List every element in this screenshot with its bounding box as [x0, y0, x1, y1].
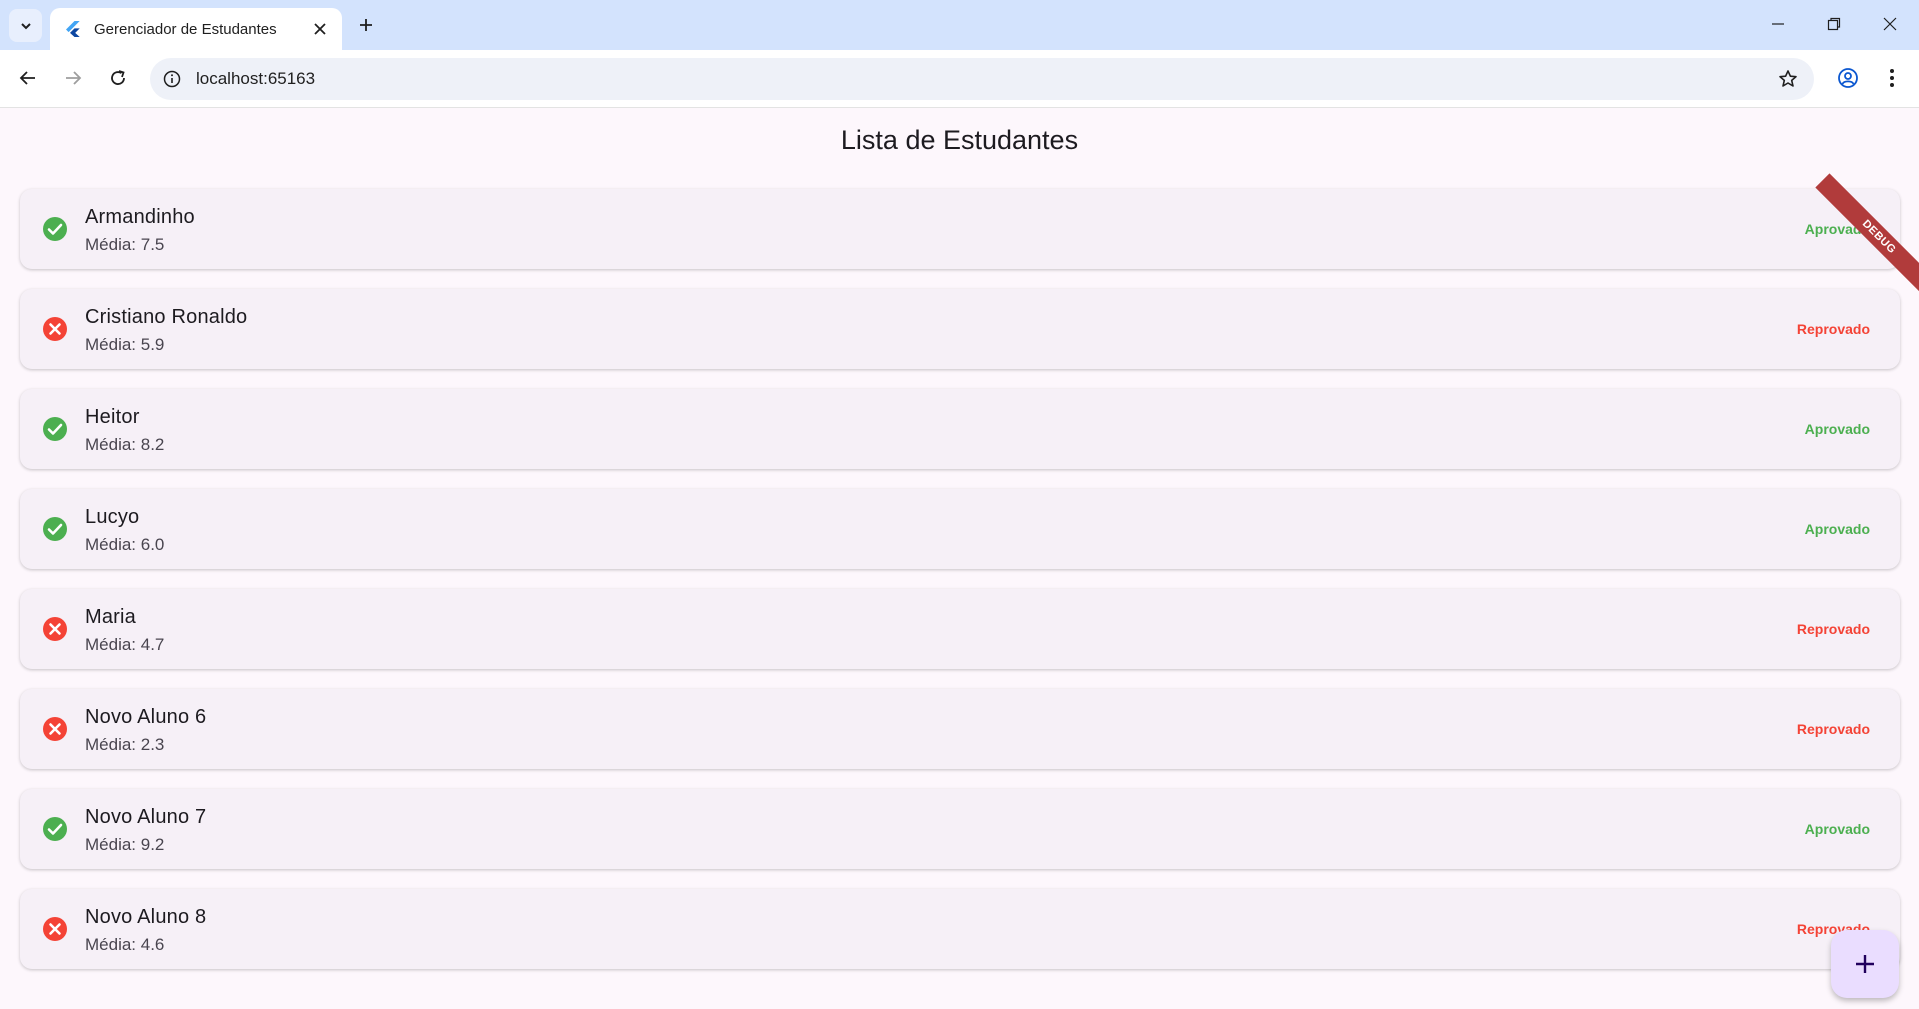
status-badge: Aprovado — [1804, 821, 1870, 837]
plus-icon — [360, 19, 372, 31]
cancel-circle-icon — [42, 716, 68, 742]
status-badge: Reprovado — [1796, 621, 1870, 637]
chevron-down-icon — [20, 22, 31, 29]
bookmark-star-icon[interactable] — [1776, 67, 1800, 91]
student-average: Média: 6.0 — [85, 535, 165, 554]
account-circle-icon — [1838, 68, 1858, 88]
new-tab-button[interactable] — [352, 11, 380, 39]
browser-menu-button[interactable] — [1875, 61, 1909, 95]
tab-title: Gerenciador de Estudantes — [94, 20, 277, 38]
browser-tabstrip: Gerenciador de Estudantes — [0, 0, 1919, 50]
address-bar[interactable]: localhost:65163 — [150, 58, 1814, 100]
page-title: Lista de Estudantes — [840, 125, 1079, 155]
student-card[interactable]: Maria Média: 4.7 Reprovado — [20, 589, 1900, 669]
browser-tab-active[interactable]: Gerenciador de Estudantes — [50, 8, 342, 50]
status-badge: Aprovado — [1804, 421, 1870, 437]
flutter-logo-icon — [64, 20, 82, 38]
cancel-circle-icon — [42, 916, 68, 942]
arrow-left-icon — [19, 71, 35, 85]
close-icon — [1883, 17, 1897, 31]
student-name: Armandinho — [85, 206, 195, 228]
restore-icon — [1827, 17, 1841, 31]
check-circle-icon — [42, 416, 68, 442]
app-viewport: Lista de Estudantes Armandinho Média: 7.5… — [0, 109, 1919, 1009]
cancel-circle-icon — [42, 316, 68, 342]
student-name: Heitor — [85, 406, 140, 428]
student-name: Lucyo — [85, 506, 140, 528]
student-average: Média: 9.2 — [85, 835, 165, 854]
profile-button[interactable] — [1831, 61, 1865, 95]
minimize-button[interactable] — [1750, 0, 1806, 48]
site-info-icon[interactable] — [160, 67, 184, 91]
student-name: Maria — [85, 606, 137, 628]
student-name: Cristiano Ronaldo — [85, 306, 248, 328]
forward-button[interactable] — [56, 61, 90, 95]
minimize-icon — [1772, 23, 1784, 25]
status-badge: Aprovado — [1804, 521, 1870, 537]
student-card[interactable]: Novo Aluno 8 Média: 4.6 Reprovado — [20, 889, 1900, 969]
back-button[interactable] — [11, 61, 45, 95]
student-list: Armandinho Média: 7.5 Aprovado Cristiano Ro… — [20, 189, 1900, 989]
tab-search-button[interactable] — [9, 9, 42, 42]
student-average: Média: 5.9 — [85, 335, 165, 354]
add-student-button[interactable] — [1831, 930, 1899, 998]
student-card[interactable]: Heitor Média: 8.2 Aprovado — [20, 389, 1900, 469]
check-circle-icon — [42, 816, 68, 842]
close-window-button[interactable] — [1862, 0, 1918, 48]
tab-close-icon[interactable] — [306, 15, 334, 43]
restore-button[interactable] — [1806, 0, 1862, 48]
student-name: Novo Aluno 8 — [85, 906, 207, 928]
student-name: Novo Aluno 6 — [85, 706, 207, 728]
student-average: Média: 2.3 — [85, 735, 165, 754]
check-circle-icon — [42, 516, 68, 542]
student-average: Média: 8.2 — [85, 435, 165, 454]
student-card[interactable]: Cristiano Ronaldo Média: 5.9 Reprovado — [20, 289, 1900, 369]
url-text[interactable]: localhost:65163 — [196, 69, 315, 89]
student-card[interactable]: Lucyo Média: 6.0 Aprovado — [20, 489, 1900, 569]
student-name: Novo Aluno 7 — [85, 806, 207, 828]
student-average: Média: 4.6 — [85, 935, 165, 954]
arrow-right-icon — [66, 71, 82, 85]
cancel-circle-icon — [42, 616, 68, 642]
student-card[interactable]: Armandinho Média: 7.5 Aprovado — [20, 189, 1900, 269]
plus-icon — [1856, 955, 1874, 973]
student-card[interactable]: Novo Aluno 7 Média: 9.2 Aprovado — [20, 789, 1900, 869]
browser-toolbar: localhost:65163 — [0, 50, 1919, 108]
status-badge: Reprovado — [1796, 721, 1870, 737]
more-vertical-icon — [1890, 69, 1894, 87]
student-average: Média: 7.5 — [85, 235, 165, 254]
student-card[interactable]: Novo Aluno 6 Média: 2.3 Reprovado — [20, 689, 1900, 769]
status-badge: Reprovado — [1796, 321, 1870, 337]
reload-button[interactable] — [101, 61, 135, 95]
reload-icon — [111, 70, 125, 85]
check-circle-icon — [42, 216, 68, 242]
student-average: Média: 4.7 — [85, 635, 165, 654]
